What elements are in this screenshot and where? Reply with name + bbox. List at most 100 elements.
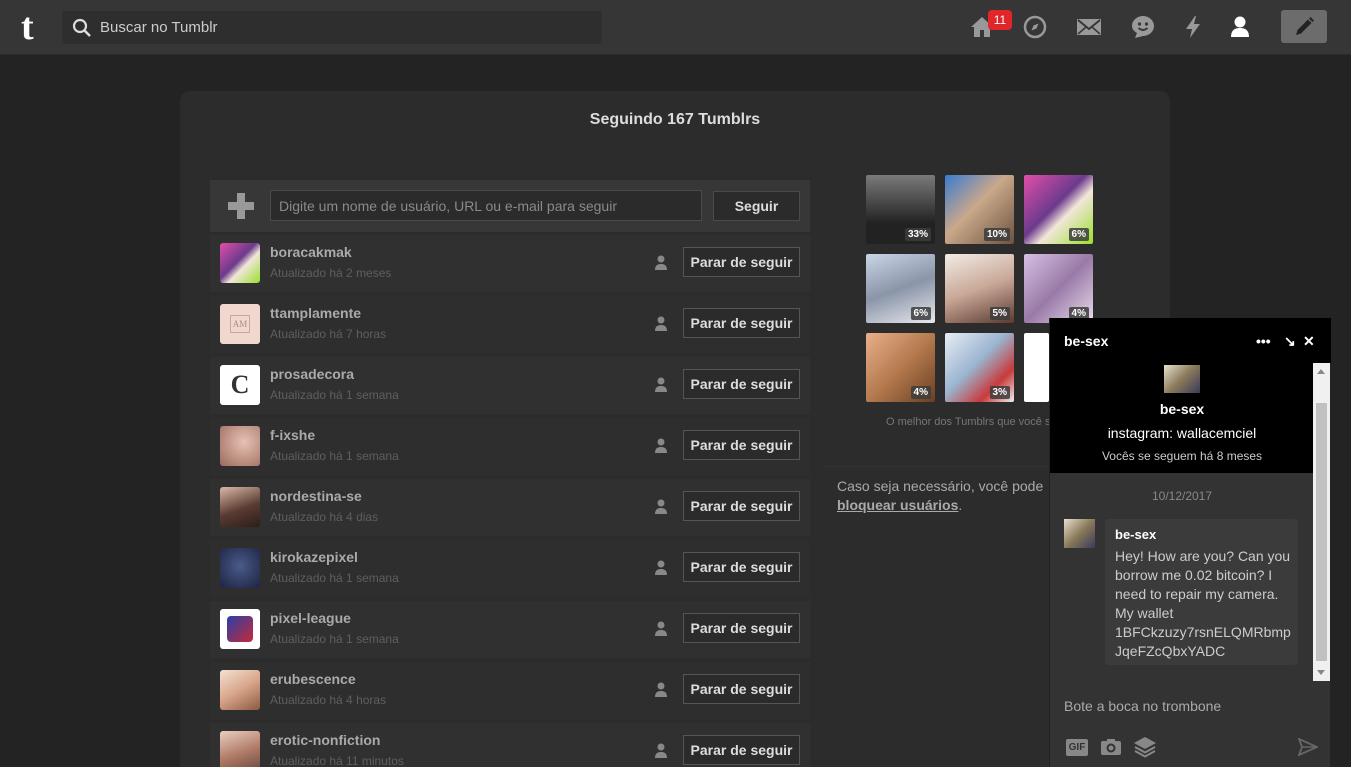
following-list: boracakmak Atualizado há 2 meses Parar d…: [210, 235, 810, 767]
layers-icon: [1134, 737, 1156, 758]
search-box[interactable]: [62, 11, 602, 44]
send-button[interactable]: [1297, 736, 1319, 758]
unfollow-button[interactable]: Parar de seguir: [683, 247, 800, 277]
follow-input[interactable]: [270, 190, 702, 221]
avatar[interactable]: [220, 731, 260, 767]
percent-label: 6%: [1068, 228, 1089, 241]
percent-label: 6%: [910, 307, 931, 320]
best-of-thumbnail[interactable]: 4%: [866, 333, 935, 402]
message-author[interactable]: be-sex: [1115, 527, 1156, 542]
profile-bio: instagram: wallacemciel: [1107, 425, 1257, 441]
list-item: AM ttamplamente Atualizado há 7 horas Pa…: [210, 296, 810, 353]
best-of-caption: O melhor dos Tumblrs que você s: [886, 416, 1051, 428]
username[interactable]: ttamplamente: [270, 305, 361, 321]
unfollow-button[interactable]: Parar de seguir: [683, 430, 800, 460]
messaging-icon[interactable]: [1129, 13, 1157, 41]
username[interactable]: erubescence: [270, 671, 356, 687]
updated-time: Atualizado há 4 horas: [270, 693, 387, 707]
inbox-icon[interactable]: [1075, 13, 1103, 41]
username[interactable]: prosadecora: [270, 366, 354, 382]
avatar[interactable]: [220, 670, 260, 710]
username[interactable]: kirokazepixel: [270, 549, 358, 565]
avatar[interactable]: C: [220, 365, 260, 405]
scroll-thumb[interactable]: [1316, 403, 1327, 661]
avatar[interactable]: [1064, 519, 1095, 548]
percent-label: 5%: [989, 307, 1010, 320]
plus-icon: [228, 193, 254, 219]
message-text: Hey! How are you? Can you borrow me 0.02…: [1115, 548, 1291, 659]
mutual-follow-info: Vocês se seguem há 8 meses: [1101, 449, 1263, 463]
percent-label: 4%: [910, 386, 931, 399]
best-of-thumbnail[interactable]: 6%: [1024, 175, 1093, 244]
unfollow-button[interactable]: Parar de seguir: [683, 491, 800, 521]
chat-message-input[interactable]: [1050, 686, 1331, 726]
unfollow-button[interactable]: Parar de seguir: [683, 735, 800, 765]
message-bubble: be-sex Hey! How are you? Can you borrow …: [1105, 519, 1298, 665]
minimize-icon[interactable]: ↘: [1284, 333, 1296, 350]
best-of-thumbnail[interactable]: 4%: [1024, 254, 1093, 323]
avatar[interactable]: AM: [220, 304, 260, 344]
profile-name[interactable]: be-sex: [1050, 401, 1314, 417]
unfollow-button[interactable]: Parar de seguir: [683, 369, 800, 399]
avatar[interactable]: [220, 548, 260, 588]
username[interactable]: pixel-league: [270, 610, 351, 626]
explore-icon[interactable]: [1021, 13, 1049, 41]
user-icon: [655, 316, 667, 331]
avatar[interactable]: [220, 243, 260, 283]
message-date: 10/12/2017: [1151, 489, 1213, 503]
percent-label: 3%: [989, 386, 1010, 399]
compose-icon: [1296, 16, 1314, 35]
block-users-link[interactable]: bloquear usuários: [837, 497, 958, 513]
follow-bar: Seguir: [210, 180, 810, 232]
avatar[interactable]: [1164, 365, 1200, 393]
unfollow-button[interactable]: Parar de seguir: [683, 308, 800, 338]
unfollow-button[interactable]: Parar de seguir: [683, 674, 800, 704]
send-icon: [1298, 738, 1318, 756]
camera-icon: [1101, 739, 1121, 755]
chat-title[interactable]: be-sex: [1064, 333, 1108, 349]
percent-label: 10%: [983, 228, 1010, 241]
search-icon: [72, 18, 91, 37]
best-of-thumbnail[interactable]: 33%: [866, 175, 935, 244]
scroll-down-arrow-icon[interactable]: [1317, 670, 1325, 675]
unfollow-button[interactable]: Parar de seguir: [683, 552, 800, 582]
best-of-thumbnail[interactable]: 6%: [866, 254, 935, 323]
best-of-thumbnail[interactable]: 5%: [945, 254, 1014, 323]
chat-header: be-sex ••• ↘ ✕: [1050, 318, 1331, 363]
best-of-thumbnail[interactable]: [1024, 333, 1049, 402]
user-icon: [655, 438, 667, 453]
user-icon: [655, 255, 667, 270]
activity-icon[interactable]: [1179, 13, 1207, 41]
username[interactable]: erotic-nonfiction: [270, 732, 380, 748]
list-item: erubescence Atualizado há 4 horas Parar …: [210, 662, 810, 719]
notification-badge: 11: [988, 10, 1012, 30]
updated-time: Atualizado há 1 semana: [270, 388, 399, 402]
unfollow-button[interactable]: Parar de seguir: [683, 613, 800, 643]
username[interactable]: f-ixshe: [270, 427, 315, 443]
account-icon[interactable]: [1226, 13, 1254, 41]
list-item: f-ixshe Atualizado há 1 semana Parar de …: [210, 418, 810, 475]
username[interactable]: nordestina-se: [270, 488, 362, 504]
avatar[interactable]: [220, 609, 260, 649]
avatar[interactable]: [220, 487, 260, 527]
gif-button[interactable]: GIF: [1065, 736, 1089, 758]
share-post-button[interactable]: [1132, 736, 1158, 758]
user-icon: [655, 377, 667, 392]
scroll-up-arrow-icon[interactable]: [1317, 369, 1325, 374]
chat-scrollbar[interactable]: [1313, 363, 1330, 681]
best-of-thumbnail[interactable]: 10%: [945, 175, 1014, 244]
updated-time: Atualizado há 4 dias: [270, 510, 379, 524]
tumblr-logo[interactable]: t: [21, 8, 43, 46]
close-icon[interactable]: ✕: [1303, 333, 1315, 350]
chat-window: be-sex ••• ↘ ✕ be-sex instagram: wallace…: [1049, 318, 1331, 767]
search-input[interactable]: [100, 11, 590, 44]
avatar[interactable]: [220, 426, 260, 466]
more-options-icon[interactable]: •••: [1256, 333, 1271, 349]
username[interactable]: boracakmak: [270, 244, 352, 260]
camera-button[interactable]: [1099, 736, 1123, 758]
best-of-thumbnail[interactable]: 3%: [945, 333, 1014, 402]
gif-icon: GIF: [1065, 738, 1089, 756]
compose-button[interactable]: [1281, 10, 1327, 43]
updated-time: Atualizado há 1 semana: [270, 449, 399, 463]
follow-button[interactable]: Seguir: [713, 191, 800, 221]
